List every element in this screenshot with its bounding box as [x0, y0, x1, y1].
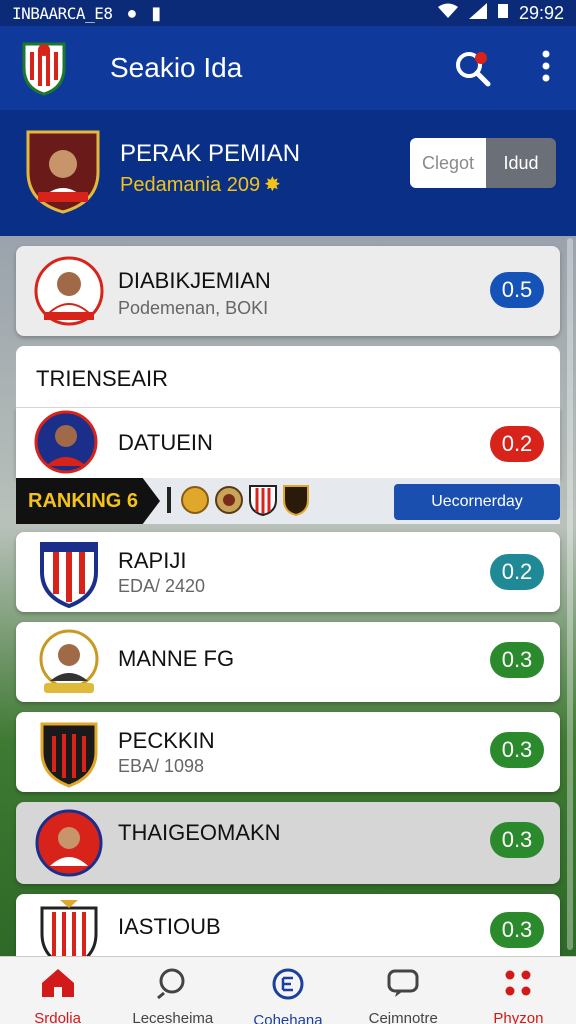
nav-label: Cohehana — [253, 1012, 323, 1024]
player-name: MANNE FG — [118, 646, 235, 671]
sim-icon: ▮ — [151, 2, 162, 23]
list-item[interactable]: DATUEIN 0.2 — [16, 408, 560, 478]
home-icon — [40, 967, 76, 1004]
dots-grid-icon — [500, 967, 536, 1004]
player-avatar — [34, 256, 104, 326]
score-badge: 0.3 — [490, 912, 544, 948]
player-list-area[interactable]: DIABIKJEMIAN Podemenan, BOKI 0.5 TRIENSE… — [0, 236, 576, 956]
wifi-icon — [437, 3, 459, 24]
list-item[interactable]: IASTIOUB 0.3 — [16, 894, 560, 956]
player-avatar — [34, 627, 104, 697]
player-subtitle: EDA/ 2420 — [118, 576, 206, 596]
profile-subtitle: Pedamania 209 — [120, 174, 261, 196]
ranking-label: RANKING 6 — [16, 478, 160, 524]
list-item[interactable]: THAIGEOMAKN 0.3 — [16, 802, 560, 884]
player-name: RAPIJI — [118, 548, 187, 573]
app-title: Seakio Ida — [110, 52, 243, 83]
ranking-action-button[interactable]: Uecornerday — [394, 484, 560, 520]
profile-name: PERAK PEMIAN — [120, 140, 301, 167]
striped-crest-icon — [248, 484, 278, 521]
crest-row — [162, 484, 310, 521]
nav-label: Srdolia — [34, 1010, 81, 1024]
player-subtitle: Podemenan, BOKI — [118, 298, 269, 318]
section-title: TRIENSEAIR — [36, 366, 169, 391]
bottom-navigation: Srdolia Lecesheima Cohehana Cejmnotre Ph… — [0, 956, 576, 1024]
list-item[interactable]: PECKKIN EBA/ 1098 0.3 — [16, 712, 560, 792]
circle-e-icon — [271, 967, 305, 1006]
list-item[interactable]: MANNE FG 0.3 — [16, 622, 560, 702]
score-badge: 0.2 — [490, 554, 544, 590]
segmented-control: Clegot Idud — [410, 138, 556, 188]
club-crest-avatar — [34, 538, 104, 609]
status-bar: INBAARCA_E8 ● ▮ 29:92 — [0, 0, 576, 26]
carrier-text: INBAARCA_E8 — [12, 3, 113, 23]
club-logo-icon[interactable] — [20, 40, 68, 96]
nav-label: Cejmnotre — [368, 1010, 438, 1024]
segment-option-b[interactable]: Idud — [486, 138, 556, 188]
player-badge-avatar[interactable] — [24, 128, 102, 214]
club-crest-avatar — [34, 718, 104, 788]
list-item[interactable]: RAPIJI EDA/ 2420 0.2 — [16, 532, 560, 612]
section-header: TRIENSEAIR — [16, 346, 560, 408]
star-icon: ✸ — [264, 174, 281, 196]
nav-item-more[interactable]: Phyzon — [461, 957, 576, 1024]
player-subtitle: EBA/ 1098 — [118, 756, 205, 776]
chat-icon — [385, 967, 421, 1004]
player-avatar — [34, 808, 104, 878]
segment-option-a[interactable]: Clegot — [410, 138, 486, 188]
player-name: PECKKIN — [118, 728, 215, 753]
ornate-crest-icon — [214, 485, 244, 520]
nav-item-home[interactable]: Srdolia — [0, 957, 115, 1024]
search-icon[interactable] — [454, 50, 492, 93]
nav-label: Lecesheima — [132, 1010, 214, 1024]
player-avatar — [34, 410, 98, 474]
nav-item-cohehana[interactable]: Cohehana — [230, 957, 345, 1024]
score-badge: 0.2 — [490, 426, 544, 462]
app-bar: Seakio Ida — [0, 26, 576, 110]
battery-icon — [497, 3, 509, 24]
player-name: DATUEIN — [118, 430, 213, 455]
notification-icon: ● — [126, 2, 138, 23]
search-icon — [156, 967, 190, 1004]
score-badge: 0.5 — [490, 272, 544, 308]
scrollbar[interactable] — [567, 238, 573, 950]
more-options-icon[interactable] — [542, 50, 550, 87]
nav-item-search[interactable]: Lecesheima — [115, 957, 230, 1024]
key-icon — [162, 485, 176, 520]
profile-header: PERAK PEMIAN Pedamania 209 ✸ Clegot Idud — [0, 110, 576, 236]
nav-item-chat[interactable]: Cejmnotre — [346, 957, 461, 1024]
player-name: DIABIKJEMIAN — [118, 268, 271, 293]
ranking-bar: RANKING 6 Uecornerday — [16, 478, 560, 524]
score-badge: 0.3 — [490, 642, 544, 678]
score-badge: 0.3 — [490, 822, 544, 858]
player-name: IASTIOUB — [118, 914, 221, 939]
black-crest-icon — [282, 484, 310, 521]
gold-crest-icon — [180, 485, 210, 520]
score-badge: 0.3 — [490, 732, 544, 768]
signal-icon — [468, 2, 487, 24]
featured-player-card[interactable]: DIABIKJEMIAN Podemenan, BOKI 0.5 — [16, 246, 560, 336]
nav-label: Phyzon — [493, 1010, 544, 1024]
club-crest-avatar — [34, 898, 104, 956]
player-name: THAIGEOMAKN — [118, 820, 281, 845]
status-time: 29:92 — [518, 2, 564, 23]
